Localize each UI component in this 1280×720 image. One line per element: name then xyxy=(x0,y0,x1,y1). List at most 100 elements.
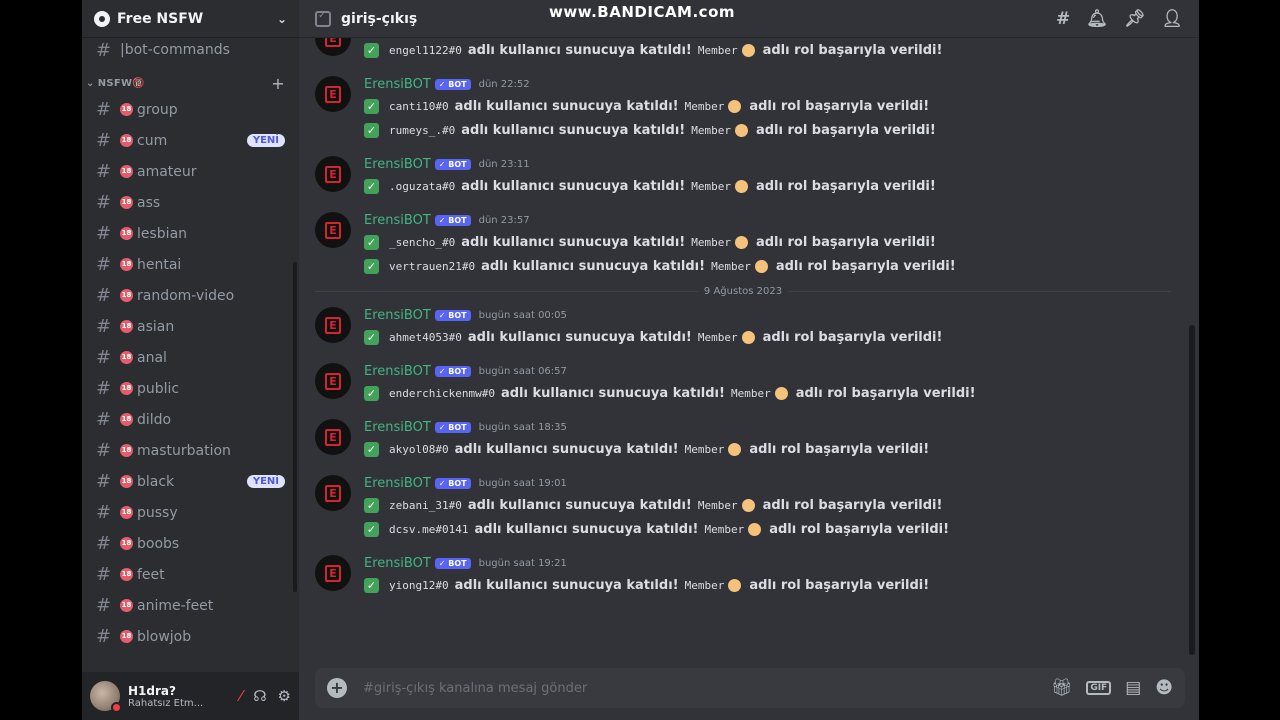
channel-dildo[interactable]: #18 dildo xyxy=(82,404,293,435)
bot-avatar[interactable]: E xyxy=(315,363,351,399)
emoji-icon[interactable]: ☻ xyxy=(1155,678,1173,698)
channel-amateur[interactable]: #18 amateur xyxy=(82,156,293,187)
username-code: zebani_31#0 xyxy=(389,498,462,512)
bot-badge: ✓ BOT xyxy=(434,477,471,489)
sidebar-scrollbar[interactable] xyxy=(293,262,297,592)
nsfw-18-icon: 18 xyxy=(120,444,133,457)
channel-label: amateur xyxy=(137,163,197,180)
nsfw-18-icon: 18 xyxy=(120,134,133,147)
channel-blowjob[interactable]: #18 blowjob xyxy=(82,621,293,652)
message-composer[interactable]: + #giriş-çıkış kanalına mesaj gönder 🎁︎ … xyxy=(315,668,1185,708)
server-header[interactable]: Free NSFW ⌄ xyxy=(82,0,299,38)
username-code: dcsv.me#0141 xyxy=(389,522,469,536)
channel-boobs[interactable]: #18 boobs xyxy=(82,528,293,559)
threads-icon[interactable]: # xyxy=(1056,9,1070,29)
check-icon: ✓ xyxy=(364,258,379,274)
headphones-icon[interactable]: ☊ xyxy=(253,687,266,705)
message-author[interactable]: ErensiBOT xyxy=(364,420,431,435)
avatar[interactable] xyxy=(90,681,122,713)
channel-ass[interactable]: #18 ass xyxy=(82,187,293,218)
check-icon: ✓ xyxy=(364,577,379,593)
message-timestamp: dün 23:57 xyxy=(478,214,530,226)
hash-icon: # xyxy=(96,39,112,61)
emoji-icon xyxy=(741,498,755,512)
join-text: adlı kullanıcı sunucuya katıldı! xyxy=(467,497,692,513)
emoji-icon xyxy=(734,235,748,249)
members-icon[interactable]: 👤︎ xyxy=(1161,9,1183,29)
sticker-icon[interactable]: ▤ xyxy=(1125,678,1141,698)
user-status: Rahatsız Etm... xyxy=(128,697,204,709)
hash-icon: # xyxy=(96,626,112,647)
hash-icon: # xyxy=(96,192,112,213)
message-line: ✓ _sencho_#0 adlı kullanıcı sunucuya katıl… xyxy=(364,230,1187,254)
channel-random-video[interactable]: #18 random-video xyxy=(82,280,293,311)
chevron-down-icon[interactable]: ⌄ xyxy=(277,12,287,26)
emoji-icon xyxy=(754,259,768,273)
channel-label: hentai xyxy=(137,256,182,273)
message-author[interactable]: ErensiBOT xyxy=(364,308,431,323)
nsfw-18-icon: 18 xyxy=(120,351,133,364)
message-author[interactable]: ErensiBOT xyxy=(364,556,431,571)
bell-icon[interactable]: 🔔︎ xyxy=(1086,9,1108,29)
hash-icon: # xyxy=(96,440,112,461)
role-text: adlı rol başarıyla verildi! xyxy=(762,42,943,58)
check-icon: ✓ xyxy=(364,441,379,457)
check-icon: ✓ xyxy=(364,385,379,401)
mic-muted-icon[interactable]: ⁄ xyxy=(240,687,243,705)
message-author[interactable]: ErensiBOT xyxy=(364,476,431,491)
channel-label: random-video xyxy=(137,287,235,304)
add-channel-icon[interactable]: + xyxy=(271,74,285,93)
message-line: ✓ canti10#0 adlı kullanıcı sunucuya katıld… xyxy=(364,94,1187,118)
channel-asian[interactable]: #18 asian xyxy=(82,311,293,342)
gif-icon[interactable]: GIF xyxy=(1086,681,1112,695)
message-timestamp: bugün saat 00:05 xyxy=(478,309,567,321)
channel-masturbation[interactable]: #18 masturbation xyxy=(82,435,293,466)
channel-pussy[interactable]: #18 pussy xyxy=(82,497,293,528)
nsfw-channels: #18 group #18 cum YENİ #18 amateur #18 ass #18 les… xyxy=(82,94,293,652)
hash-icon: # xyxy=(96,130,112,151)
channel-anime-feet[interactable]: #18 anime-feet xyxy=(82,590,293,621)
channel-black[interactable]: #18 black YENİ xyxy=(82,466,293,497)
channel-lesbian[interactable]: #18 lesbian xyxy=(82,218,293,249)
bot-badge: ✓ BOT xyxy=(434,158,471,170)
channel-hentai[interactable]: #18 hentai xyxy=(82,249,293,280)
channel-title: giriş-çıkış xyxy=(341,10,418,27)
message-author[interactable]: ErensiBOT xyxy=(364,77,431,92)
check-icon: ✓ xyxy=(364,122,379,138)
role-code: Member xyxy=(697,43,738,57)
channel-bot-commands[interactable]: # |bot-commands xyxy=(82,38,293,62)
message-timestamp: bugün saat 19:01 xyxy=(478,477,567,489)
gear-icon[interactable]: ⚙ xyxy=(278,687,291,705)
bot-avatar[interactable]: E xyxy=(315,419,351,455)
channel-cum[interactable]: #18 cum YENİ xyxy=(82,125,293,156)
bot-avatar[interactable]: E xyxy=(315,76,351,112)
channel-label: feet xyxy=(137,566,165,583)
message-line: ✓ dcsv.me#0141 adlı kullanıcı sunucuya kat… xyxy=(364,517,1187,541)
nsfw-18-icon: 18 xyxy=(120,630,133,643)
gift-icon[interactable]: 🎁︎ xyxy=(1051,678,1073,698)
join-text: adlı kullanıcı sunucuya katıldı! xyxy=(481,258,706,274)
category-nsfw[interactable]: ⌄ NSFW🔞 + xyxy=(82,72,293,94)
role-code: Member xyxy=(684,99,725,113)
message-author[interactable]: ErensiBOT xyxy=(364,213,431,228)
channel-sidebar: Free NSFW ⌄ # |bot-commands ⌄ NSFW🔞 + #1… xyxy=(82,0,299,720)
channel-group[interactable]: #18 group xyxy=(82,94,293,125)
channel-public[interactable]: #18 public xyxy=(82,373,293,404)
join-text: adlı kullanıcı sunucuya katıldı! xyxy=(461,234,686,250)
bot-avatar[interactable]: E xyxy=(315,156,351,192)
channel-anal[interactable]: #18 anal xyxy=(82,342,293,373)
bot-avatar[interactable]: E xyxy=(315,212,351,248)
bot-avatar[interactable]: E xyxy=(315,307,351,343)
role-code: Member xyxy=(697,498,738,512)
message-author[interactable]: ErensiBOT xyxy=(364,157,431,172)
channel-feet[interactable]: #18 feet xyxy=(82,559,293,590)
message-input[interactable]: #giriş-çıkış kanalına mesaj gönder xyxy=(363,681,587,696)
bot-avatar[interactable]: E xyxy=(315,475,351,511)
pin-icon[interactable]: 📌︎ xyxy=(1124,9,1146,29)
message-timestamp: bugün saat 06:57 xyxy=(478,365,567,377)
message-author[interactable]: ErensiBOT xyxy=(364,364,431,379)
emoji-icon xyxy=(728,578,742,592)
chat-scrollbar[interactable] xyxy=(1189,325,1195,655)
bot-avatar[interactable]: E xyxy=(315,555,351,591)
add-attachment-icon[interactable]: + xyxy=(327,678,347,698)
